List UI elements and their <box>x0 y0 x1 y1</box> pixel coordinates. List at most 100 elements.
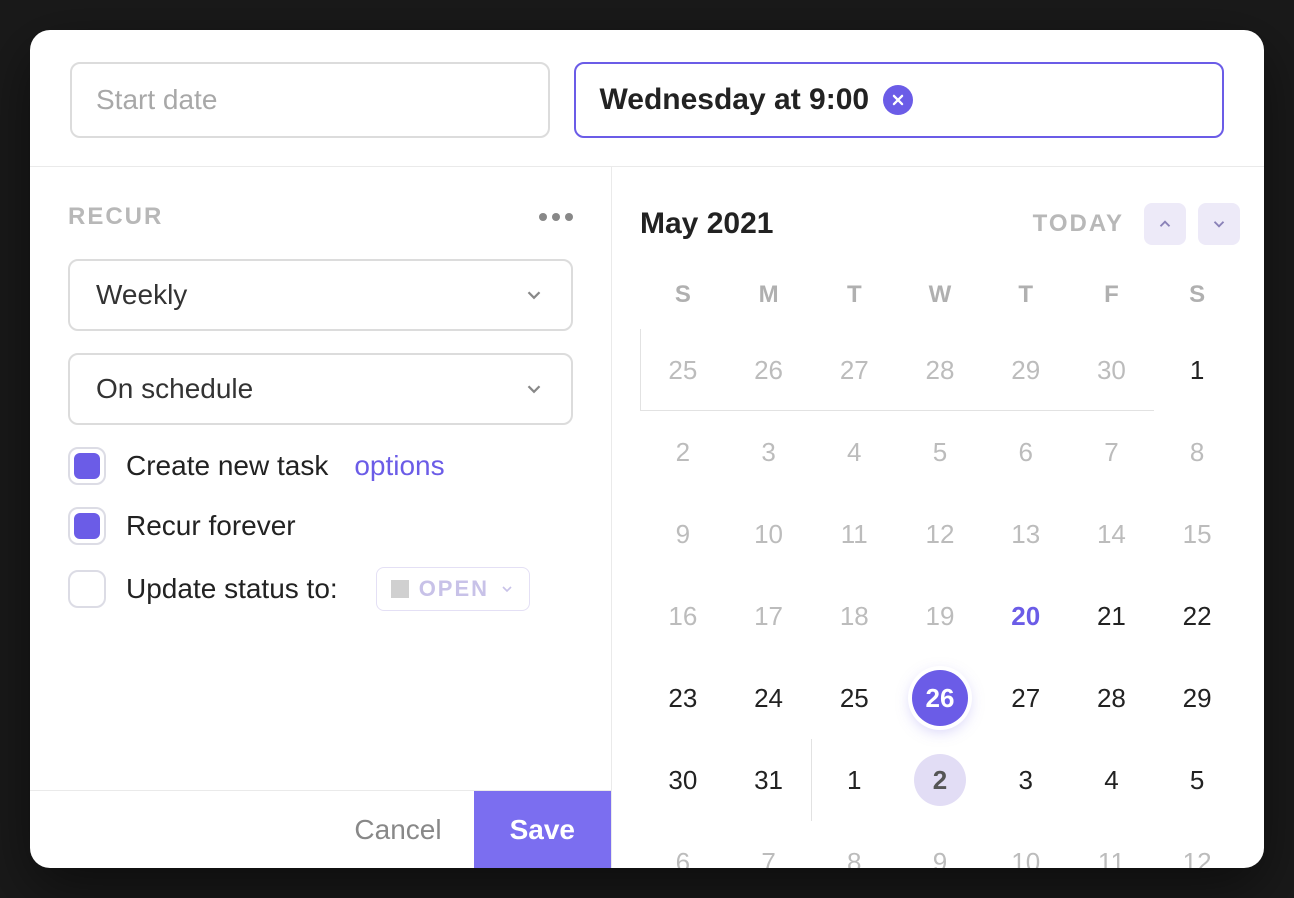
start-date-input[interactable]: Start date <box>70 62 550 138</box>
calendar-day[interactable]: 25 <box>640 329 726 411</box>
calendar-day[interactable]: 10 <box>983 821 1069 868</box>
calendar-weekday: S <box>1154 269 1240 329</box>
calendar-day[interactable]: 30 <box>640 739 726 821</box>
calendar-weekday: W <box>897 269 983 329</box>
chevron-down-icon <box>523 284 545 306</box>
calendar-day[interactable]: 4 <box>811 411 897 493</box>
calendar-day[interactable]: 14 <box>1069 493 1155 575</box>
calendar-title: May 2021 <box>640 207 773 241</box>
create-new-task-options-link[interactable]: options <box>354 450 444 482</box>
calendar-day[interactable]: 5 <box>1154 739 1240 821</box>
calendar-day[interactable]: 26 <box>726 329 812 411</box>
calendar-weekday: F <box>1069 269 1155 329</box>
mode-value: On schedule <box>96 373 253 405</box>
calendar-day[interactable]: 3 <box>983 739 1069 821</box>
status-select[interactable]: OPEN <box>376 567 530 611</box>
calendar-day[interactable]: 16 <box>640 575 726 657</box>
date-inputs-row: Start date Wednesday at 9:00 <box>30 30 1264 167</box>
calendar-day[interactable]: 6 <box>983 411 1069 493</box>
prev-month-button[interactable] <box>1144 203 1186 245</box>
close-icon <box>891 93 905 107</box>
frequency-select[interactable]: Weekly <box>68 259 573 331</box>
calendar-grid: 2526272829301234567891011121314151617181… <box>640 329 1240 868</box>
cancel-button[interactable]: Cancel <box>322 791 473 868</box>
update-status-checkbox[interactable] <box>68 570 106 608</box>
save-button[interactable]: Save <box>474 791 611 868</box>
due-date-input[interactable]: Wednesday at 9:00 <box>574 62 1225 138</box>
calendar-weekday: T <box>983 269 1069 329</box>
calendar-day[interactable]: 18 <box>811 575 897 657</box>
recur-forever-checkbox[interactable] <box>68 507 106 545</box>
chevron-up-icon <box>1156 215 1174 233</box>
calendar-day[interactable]: 19 <box>897 575 983 657</box>
create-new-task-row: Create new task options <box>68 447 573 485</box>
start-date-placeholder: Start date <box>96 84 217 116</box>
frequency-value: Weekly <box>96 279 187 311</box>
calendar-day[interactable]: 7 <box>1069 411 1155 493</box>
mode-select[interactable]: On schedule <box>68 353 573 425</box>
chevron-down-icon <box>523 378 545 400</box>
calendar-weekday: S <box>640 269 726 329</box>
modal-body: RECUR Weekly On schedule Create new task <box>30 167 1264 868</box>
calendar-day[interactable]: 10 <box>726 493 812 575</box>
calendar-day[interactable]: 6 <box>640 821 726 868</box>
today-button[interactable]: TODAY <box>1033 210 1124 238</box>
calendar-day[interactable]: 29 <box>1154 657 1240 739</box>
calendar-day[interactable]: 20 <box>983 575 1069 657</box>
calendar-day[interactable]: 24 <box>726 657 812 739</box>
calendar-day[interactable]: 8 <box>811 821 897 868</box>
recur-pane: RECUR Weekly On schedule Create new task <box>30 167 612 868</box>
calendar-weekday: M <box>726 269 812 329</box>
calendar-day[interactable]: 9 <box>897 821 983 868</box>
create-new-task-checkbox[interactable] <box>68 447 106 485</box>
status-color-icon <box>391 580 409 598</box>
footer: Cancel Save <box>30 790 611 868</box>
calendar-day[interactable]: 31 <box>726 739 812 821</box>
calendar-day[interactable]: 1 <box>1154 329 1240 411</box>
calendar-day[interactable]: 15 <box>1154 493 1240 575</box>
calendar-day[interactable]: 12 <box>1154 821 1240 868</box>
calendar-weekday: T <box>811 269 897 329</box>
next-month-button[interactable] <box>1198 203 1240 245</box>
calendar-day[interactable]: 21 <box>1069 575 1155 657</box>
calendar-weekday-row: SMTWTFS <box>640 269 1240 329</box>
calendar-day[interactable]: 22 <box>1154 575 1240 657</box>
chevron-down-icon <box>499 581 515 597</box>
calendar-day[interactable]: 5 <box>897 411 983 493</box>
update-status-row: Update status to: OPEN <box>68 567 573 611</box>
calendar-pane: May 2021 TODAY SMTWTFS 25262728293012345… <box>612 167 1264 868</box>
calendar-day[interactable]: 23 <box>640 657 726 739</box>
calendar-day[interactable]: 2 <box>897 739 983 821</box>
date-recur-modal: Start date Wednesday at 9:00 RECUR Weekl… <box>30 30 1264 868</box>
calendar-day[interactable]: 27 <box>811 329 897 411</box>
calendar-day[interactable]: 29 <box>983 329 1069 411</box>
calendar-day[interactable]: 27 <box>983 657 1069 739</box>
update-status-label: Update status to: <box>126 573 338 605</box>
recur-forever-row: Recur forever <box>68 507 573 545</box>
calendar-day[interactable]: 11 <box>1069 821 1155 868</box>
recur-more-button[interactable] <box>539 213 573 221</box>
status-value: OPEN <box>419 576 489 602</box>
calendar-day[interactable]: 7 <box>726 821 812 868</box>
due-date-value: Wednesday at 9:00 <box>600 83 870 117</box>
calendar-day[interactable]: 9 <box>640 493 726 575</box>
calendar-day[interactable]: 28 <box>1069 657 1155 739</box>
calendar-day[interactable]: 2 <box>640 411 726 493</box>
calendar-day[interactable]: 28 <box>897 329 983 411</box>
recur-forever-label: Recur forever <box>126 510 296 542</box>
calendar-day[interactable]: 4 <box>1069 739 1155 821</box>
calendar-day[interactable]: 30 <box>1069 329 1155 411</box>
calendar-day[interactable]: 3 <box>726 411 812 493</box>
calendar-day[interactable]: 12 <box>897 493 983 575</box>
recur-heading: RECUR <box>68 203 163 231</box>
clear-due-date-button[interactable] <box>883 85 913 115</box>
create-new-task-label: Create new task <box>126 450 328 482</box>
calendar-day[interactable]: 1 <box>811 739 897 821</box>
calendar-day[interactable]: 26 <box>897 657 983 739</box>
chevron-down-icon <box>1210 215 1228 233</box>
calendar-day[interactable]: 13 <box>983 493 1069 575</box>
calendar-day[interactable]: 11 <box>811 493 897 575</box>
calendar-day[interactable]: 17 <box>726 575 812 657</box>
calendar-day[interactable]: 8 <box>1154 411 1240 493</box>
calendar-day[interactable]: 25 <box>811 657 897 739</box>
